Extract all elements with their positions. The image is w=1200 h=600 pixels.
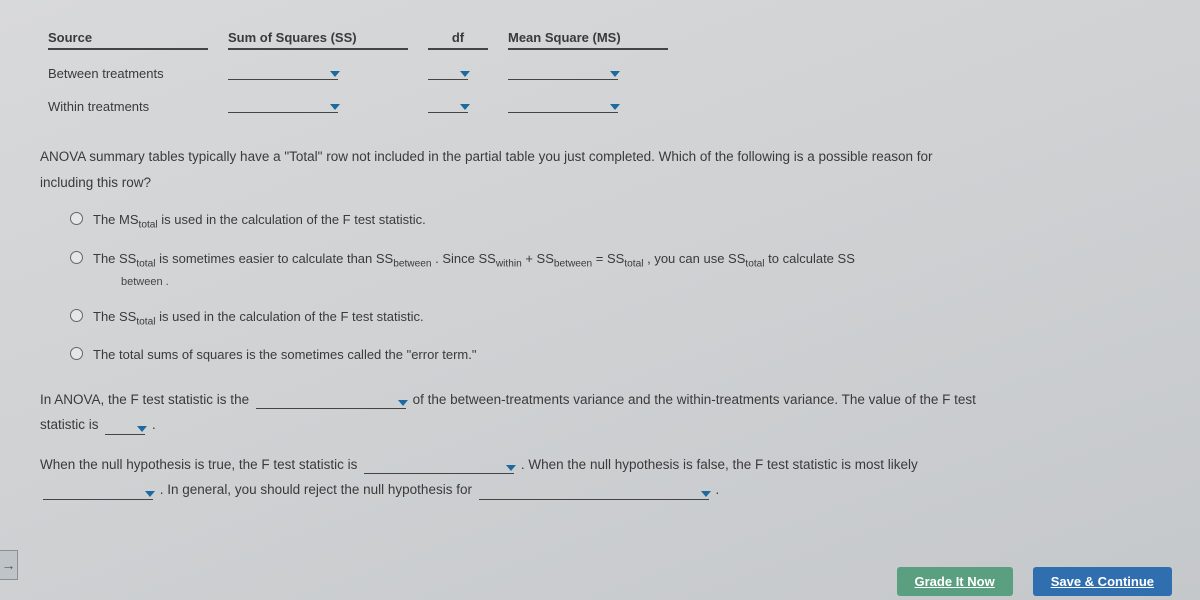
chevron-down-icon: [398, 400, 408, 406]
radio-icon[interactable]: [70, 212, 83, 225]
radio-icon[interactable]: [70, 309, 83, 322]
q2-blank-value[interactable]: [105, 412, 145, 438]
radio-icon[interactable]: [70, 251, 83, 264]
question3: When the null hypothesis is true, the F …: [40, 452, 1160, 503]
q3-blank-true[interactable]: [364, 452, 514, 478]
chevron-down-icon: [460, 104, 470, 110]
choice-4-text: The total sums of squares is the sometim…: [93, 344, 1160, 366]
cell-between-ms[interactable]: [508, 62, 668, 83]
chevron-down-icon: [701, 491, 711, 497]
question1-choices: The MStotal is used in the calculation o…: [70, 209, 1160, 366]
cell-within-ss[interactable]: [228, 95, 408, 116]
choice-3-text: The SStotal is used in the calculation o…: [93, 306, 1160, 331]
grade-it-now-button[interactable]: Grade It Now: [897, 567, 1013, 596]
col-header-df: df: [428, 30, 488, 50]
choice-2-continuation: between .: [121, 273, 1160, 292]
cell-between-df[interactable]: [428, 62, 488, 83]
col-header-ss: Sum of Squares (SS): [228, 30, 408, 50]
save-continue-button[interactable]: Save & Continue: [1033, 567, 1172, 596]
row-within-label: Within treatments: [48, 99, 208, 116]
q3-blank-reject[interactable]: [479, 477, 709, 503]
choice-3[interactable]: The SStotal is used in the calculation o…: [70, 306, 1160, 331]
choice-4[interactable]: The total sums of squares is the sometim…: [70, 344, 1160, 366]
cell-between-ss[interactable]: [228, 62, 408, 83]
chevron-down-icon: [460, 71, 470, 77]
col-header-source: Source: [48, 30, 208, 50]
choice-2[interactable]: The SStotal is sometimes easier to calcu…: [70, 248, 1160, 292]
q1-line2: including this row?: [40, 175, 151, 190]
chevron-down-icon: [330, 71, 340, 77]
chevron-down-icon: [145, 491, 155, 497]
question1-prompt: ANOVA summary tables typically have a "T…: [40, 144, 1160, 195]
cell-within-ms[interactable]: [508, 95, 668, 116]
chevron-down-icon: [610, 71, 620, 77]
q1-line1: ANOVA summary tables typically have a "T…: [40, 149, 933, 164]
row-between-label: Between treatments: [48, 66, 208, 83]
col-header-ms: Mean Square (MS): [508, 30, 668, 50]
choice-2-text: The SStotal is sometimes easier to calcu…: [93, 248, 1160, 292]
q3-blank-false[interactable]: [43, 477, 153, 503]
arrow-right-icon: →: [2, 557, 16, 573]
cell-within-df[interactable]: [428, 95, 488, 116]
button-row: Grade It Now Save & Continue: [897, 567, 1172, 596]
question2: In ANOVA, the F test statistic is the of…: [40, 387, 1160, 438]
choice-1-text: The MStotal is used in the calculation o…: [93, 209, 1160, 234]
q2-blank-ratio[interactable]: [256, 387, 406, 413]
left-arrow-tab[interactable]: →: [0, 550, 18, 580]
chevron-down-icon: [330, 104, 340, 110]
radio-icon[interactable]: [70, 347, 83, 360]
chevron-down-icon: [137, 426, 147, 432]
chevron-down-icon: [610, 104, 620, 110]
worksheet-page: Source Sum of Squares (SS) df Mean Squar…: [0, 0, 1200, 600]
anova-table: Source Sum of Squares (SS) df Mean Squar…: [48, 30, 1160, 116]
choice-1[interactable]: The MStotal is used in the calculation o…: [70, 209, 1160, 234]
chevron-down-icon: [506, 465, 516, 471]
